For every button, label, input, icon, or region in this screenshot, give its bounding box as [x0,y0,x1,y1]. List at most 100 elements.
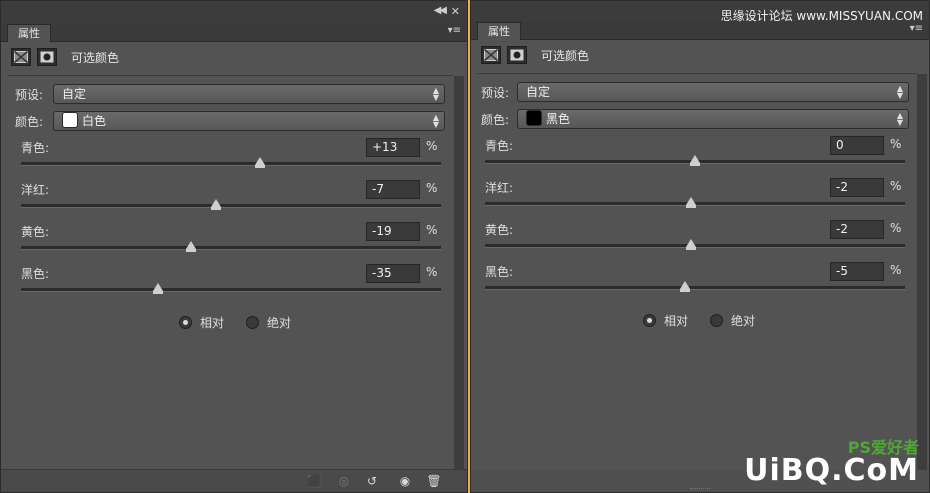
slider-label-yellow: 黄色: [485,223,514,237]
preset-value: 自定 [62,87,87,101]
trash-icon[interactable]: 🗑 [425,473,443,489]
close-icon[interactable]: ✕ [451,5,460,18]
dropdown-arrows-icon: ▲ ▼ [432,113,439,129]
magenta-slider-track[interactable] [485,197,905,208]
preset-label: 预设: [481,85,510,100]
preset-row: 预设: [481,82,521,102]
cyan-slider-track[interactable] [21,157,441,168]
radio-absolute-label[interactable]: 绝对 [267,314,291,331]
slider-label-cyan: 青色: [21,141,50,155]
yellow-slider-track[interactable] [485,239,905,250]
percent-sign: % [426,181,438,195]
black-value-field[interactable]: -5 [830,262,884,281]
preset-value: 自定 [526,85,551,99]
color-value: 白色 [82,114,107,128]
color-value: 黑色 [546,112,571,126]
watermark-top: 思缘设计论坛 www.MISSYUAN.COM [720,9,923,23]
radio-relative-label[interactable]: 相对 [200,314,224,331]
color-dropdown[interactable]: 黑色 ▲ ▼ [517,109,909,129]
adjustment-title: 可选颜色 [541,48,590,63]
properties-panel-right: 属性 ▾≡ 可选颜色 预设: 自定 ▲ ▼ 颜色: 黑色 ▲ ▼ 青色: 0 % 洋… [470,0,930,493]
percent-sign: % [890,179,902,193]
preset-row: 预设: [15,84,55,104]
percent-sign: % [890,137,902,151]
color-swatch [526,110,542,126]
view-previous-state-icon[interactable]: ◎ [335,473,353,489]
cyan-slider-thumb[interactable] [690,155,700,166]
dropdown-arrows-icon: ▲ ▼ [896,84,903,100]
percent-sign: % [890,221,902,235]
slider-label-yellow: 黄色: [21,225,50,239]
watermark-bottom: UiBQ.CoM [744,453,919,488]
color-row: 颜色: [481,109,521,129]
cyan-value-field[interactable]: 0 [830,136,884,155]
divider [7,75,453,76]
yellow-value-field[interactable]: -2 [830,220,884,239]
cyan-slider-thumb[interactable] [255,157,266,168]
panel-titlebar: ◀◀ ✕ [1,1,467,23]
adjustment-title: 可选颜色 [71,50,120,65]
yellow-slider-thumb[interactable] [685,239,696,250]
cyan-slider-track[interactable] [485,155,905,166]
slider-label-black: 黑色: [485,265,514,279]
properties-panel-left: ◀◀ ✕ 属性 ▾≡ 可选颜色 预设: 自定 ▲ ▼ 颜色: 白色 ▲ ▼ 青色: … [0,0,468,493]
panel-menu-icon[interactable]: ▾≡ [448,25,461,36]
radio-absolute[interactable] [246,316,260,329]
slider-label-cyan: 青色: [485,139,514,153]
tab-properties[interactable]: 属性 [477,22,521,40]
yellow-value-field[interactable]: -19 [366,222,420,241]
layer-mask-icon [37,48,57,66]
adjustment-header: 可选颜色 [481,42,589,68]
visibility-eye-icon[interactable]: ◉ [396,473,414,489]
slider-label-black: 黑色: [21,267,50,281]
magenta-slider-thumb[interactable] [211,199,222,210]
magenta-value-field[interactable]: -7 [366,180,420,199]
color-swatch [62,112,78,128]
yellow-slider-track[interactable] [21,241,441,252]
dropdown-arrows-icon: ▲ ▼ [896,111,903,127]
percent-sign: % [890,263,902,277]
percent-sign: % [426,223,438,237]
yellow-slider-thumb[interactable] [186,241,197,252]
divider [477,73,917,74]
slider-label-magenta: 洋红: [21,183,50,197]
black-slider-thumb[interactable] [152,283,163,294]
radio-relative-label[interactable]: 相对 [664,312,688,329]
magenta-value-field[interactable]: -2 [830,178,884,197]
clip-to-layer-icon[interactable]: ⬛ [305,473,323,489]
black-slider-track[interactable] [485,281,905,292]
preset-dropdown[interactable]: 自定 ▲ ▼ [517,82,909,102]
cyan-value-field[interactable]: +13 [366,138,420,157]
scrollbar[interactable] [454,76,464,470]
method-radio-group: 相对 绝对 [179,314,305,331]
radio-relative[interactable] [179,316,192,329]
radio-relative[interactable] [643,314,656,327]
preset-dropdown[interactable]: 自定 ▲ ▼ [53,84,445,104]
tab-properties[interactable]: 属性 [7,24,51,42]
color-label: 颜色: [481,112,510,127]
black-value-field[interactable]: -35 [366,264,420,283]
slider-label-magenta: 洋红: [485,181,514,195]
panel-footer: ⬛ ◎ ↺ ◉ 🗑 [1,469,467,492]
magenta-slider-track[interactable] [21,199,441,210]
panel-menu-icon[interactable]: ▾≡ [910,23,923,34]
black-slider-thumb[interactable] [679,281,690,292]
reset-icon[interactable]: ↺ [363,473,381,489]
scrollbar[interactable] [917,74,927,470]
black-slider-track[interactable] [21,283,441,294]
radio-absolute[interactable] [710,314,724,327]
tab-strip: 属性 ▾≡ [1,23,467,42]
percent-sign: % [426,265,438,279]
radio-absolute-label[interactable]: 绝对 [731,312,755,329]
magenta-slider-thumb[interactable] [685,197,696,208]
color-dropdown[interactable]: 白色 ▲ ▼ [53,111,445,131]
collapse-icon[interactable]: ◀◀ [434,5,447,16]
dropdown-arrows-icon: ▲ ▼ [432,86,439,102]
preset-label: 预设: [15,87,44,102]
adjustment-header: 可选颜色 [11,44,119,70]
adjustment-layer-icon [11,48,31,66]
resize-grip[interactable] [690,488,710,492]
percent-sign: % [426,139,438,153]
color-row: 颜色: [15,111,55,131]
adjustment-layer-icon [481,46,501,64]
